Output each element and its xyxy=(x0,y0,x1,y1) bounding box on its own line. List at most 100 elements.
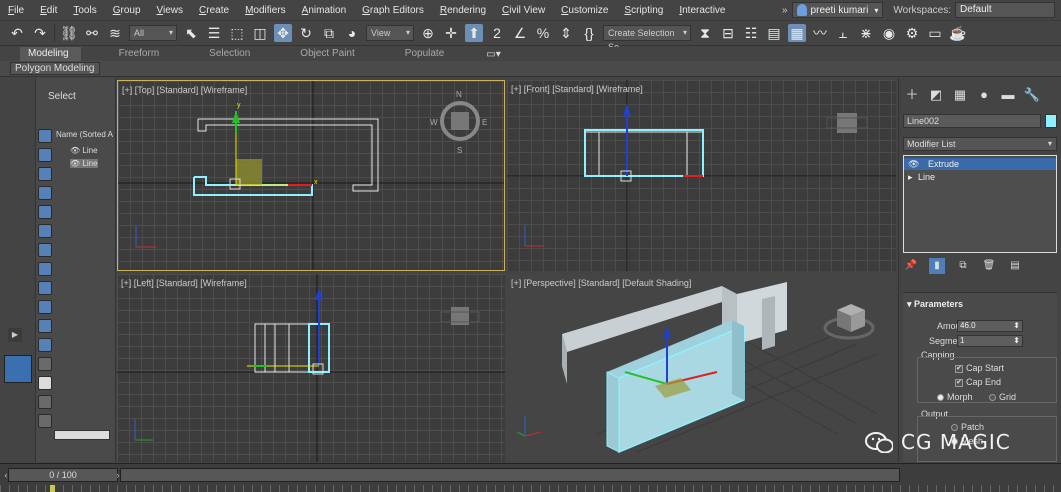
filter-icon[interactable] xyxy=(38,414,52,428)
menu-rendering[interactable]: Rendering xyxy=(432,5,494,16)
menu-graph-editors[interactable]: Graph Editors xyxy=(354,5,432,16)
display-containers-icon[interactable] xyxy=(38,300,52,314)
display-groups-icon[interactable] xyxy=(38,243,52,257)
dope-sheet-icon[interactable]: ⫠ xyxy=(834,24,852,42)
display-helpers-icon[interactable] xyxy=(38,205,52,219)
display-geometry-icon[interactable] xyxy=(38,129,52,143)
move-icon[interactable]: ✥ xyxy=(274,24,292,42)
spinner-snap-icon[interactable]: ⇕ xyxy=(557,24,575,42)
select-by-name-icon[interactable]: ☰ xyxy=(205,24,223,42)
scene-explorer-icon[interactable]: ☷ xyxy=(742,24,760,42)
select-manipulate-icon[interactable]: ✛ xyxy=(442,24,460,42)
menu-group[interactable]: Group xyxy=(105,5,149,16)
render-setup-icon[interactable]: ⚙ xyxy=(903,24,921,42)
menu-customize[interactable]: Customize xyxy=(553,5,616,16)
stack-item-extrude[interactable]: 👁 Extrude xyxy=(904,158,1056,170)
show-end-result-icon[interactable]: ▮ xyxy=(929,258,945,274)
menu-edit[interactable]: Edit xyxy=(32,5,65,16)
menu-scripting[interactable]: Scripting xyxy=(616,5,671,16)
display-tab-icon[interactable]: ▬ xyxy=(999,86,1017,104)
display-frozen-icon[interactable] xyxy=(38,319,52,333)
display-none-icon[interactable] xyxy=(38,376,52,390)
polygon-modeling-panel[interactable]: Polygon Modeling xyxy=(10,62,100,75)
edit-named-sets-icon[interactable]: {} xyxy=(580,24,598,42)
snap-toggle-icon[interactable]: 2 xyxy=(488,24,506,42)
pin-stack-icon[interactable]: 📌 xyxy=(903,258,919,274)
grid-radio[interactable]: Grid xyxy=(989,392,1016,402)
display-bones-icon[interactable] xyxy=(38,281,52,295)
viewport-perspective-label[interactable]: [+] [Perspective] [Standard] [Default Sh… xyxy=(511,278,691,288)
rotate-icon[interactable]: ↻ xyxy=(297,24,315,42)
link-icon[interactable]: ⛓ xyxy=(60,24,78,42)
display-cameras-icon[interactable] xyxy=(38,186,52,200)
menu-tools[interactable]: Tools xyxy=(65,5,104,16)
rect-selection-icon[interactable]: ⬚ xyxy=(228,24,246,42)
scene-scrollbar[interactable] xyxy=(54,430,110,440)
object-color-swatch[interactable] xyxy=(1045,114,1057,128)
menu-civil-view[interactable]: Civil View xyxy=(494,5,553,16)
unlink-icon[interactable]: ⚯ xyxy=(83,24,101,42)
ribbon-options-icon[interactable]: ▭▾ xyxy=(486,49,500,60)
render-frame-icon[interactable]: ▭ xyxy=(926,24,944,42)
scene-row-line002[interactable]: 👁 Line xyxy=(70,159,98,168)
menu-interactive[interactable]: Interactive xyxy=(671,5,733,16)
bind-space-warp-icon[interactable]: ≋ xyxy=(106,24,124,42)
undo-icon[interactable]: ↶ xyxy=(8,24,26,42)
selection-filter-dropdown[interactable]: All xyxy=(129,25,177,41)
modify-tab-icon[interactable]: ◩ xyxy=(927,86,945,104)
viewport-front[interactable]: [+] [Front] [Standard] [Wireframe] xyxy=(507,80,896,271)
redo-icon[interactable]: ↷ xyxy=(31,24,49,42)
remove-modifier-icon[interactable]: 🗑 xyxy=(981,258,997,274)
object-name-field[interactable]: Line002 xyxy=(903,114,1041,128)
cap-start-checkbox[interactable]: ✔ Cap Start xyxy=(955,363,1004,373)
configure-sets-icon[interactable]: ▤ xyxy=(1007,258,1023,274)
time-slider[interactable]: 0 / 100 xyxy=(8,468,118,482)
viewport-top[interactable]: [+] [Top] [Standard] [Wireframe] y x N S… xyxy=(117,80,505,271)
workspace-select[interactable]: Default xyxy=(955,2,1055,18)
stack-item-line[interactable]: ▸ Line xyxy=(904,171,1056,183)
schematic-view-icon[interactable]: ⋇ xyxy=(857,24,875,42)
segments-spinner[interactable]: 1 xyxy=(957,335,1023,347)
place-icon[interactable]: ◕ xyxy=(343,24,361,42)
timeline-track[interactable] xyxy=(120,468,900,482)
pivot-center-icon[interactable]: ⊕ xyxy=(419,24,437,42)
window-crossing-icon[interactable]: ◫ xyxy=(251,24,269,42)
expand-arrow-icon[interactable]: ▸ xyxy=(908,171,913,183)
create-tab-icon[interactable]: ＋ xyxy=(903,86,921,104)
named-selection-set-dropdown[interactable]: Create Selection Se xyxy=(603,25,691,52)
current-frame-marker[interactable] xyxy=(50,485,55,492)
display-hidden-icon[interactable] xyxy=(38,338,52,352)
render-icon[interactable]: ☕ xyxy=(949,24,967,42)
angle-snap-icon[interactable]: ∠ xyxy=(511,24,529,42)
eye-icon[interactable]: 👁 xyxy=(908,158,919,170)
hierarchy-tab-icon[interactable]: ▦ xyxy=(951,86,969,104)
material-editor-icon[interactable]: ◉ xyxy=(880,24,898,42)
ribbon-tab-freeform[interactable]: Freeform xyxy=(111,47,172,61)
viewport-top-label[interactable]: [+] [Top] [Standard] [Wireframe] xyxy=(122,85,247,95)
display-spacewarps-icon[interactable] xyxy=(38,224,52,238)
amount-spinner[interactable]: 46.0 xyxy=(957,320,1023,332)
ribbon-tab-selection[interactable]: Selection xyxy=(201,47,262,61)
display-shapes-icon[interactable] xyxy=(38,148,52,162)
modifier-list-dropdown[interactable]: Modifier List xyxy=(903,137,1057,151)
viewport-perspective[interactable]: [+] [Perspective] [Standard] [Default Sh… xyxy=(507,274,896,462)
motion-tab-icon[interactable]: ● xyxy=(975,86,993,104)
keyboard-shortcut-icon[interactable]: ⬆ xyxy=(465,24,483,42)
layer-explorer-icon[interactable]: ▤ xyxy=(765,24,783,42)
parameters-header[interactable]: ▾ Parameters xyxy=(907,299,963,310)
menu-modifiers[interactable]: Modifiers xyxy=(237,5,294,16)
overflow-icon[interactable]: » xyxy=(782,5,788,16)
viewport-layout-icon[interactable] xyxy=(4,355,32,383)
display-all-icon[interactable] xyxy=(38,357,52,371)
user-account-dropdown[interactable]: preeti kumari ▾ xyxy=(791,2,884,18)
invert-display-icon[interactable] xyxy=(38,395,52,409)
expand-arrow-icon[interactable]: ▶ xyxy=(8,328,22,342)
ribbon-toggle-icon[interactable]: ▦ xyxy=(788,24,806,42)
mirror-icon[interactable]: ⧗ xyxy=(696,24,714,42)
menu-create[interactable]: Create xyxy=(191,5,237,16)
viewport-front-label[interactable]: [+] [Front] [Standard] [Wireframe] xyxy=(511,84,643,94)
make-unique-icon[interactable]: ⧉ xyxy=(955,258,971,274)
display-lights-icon[interactable] xyxy=(38,167,52,181)
curve-editor-icon[interactable]: 〰 xyxy=(811,24,829,42)
menu-file[interactable]: File xyxy=(0,5,32,16)
